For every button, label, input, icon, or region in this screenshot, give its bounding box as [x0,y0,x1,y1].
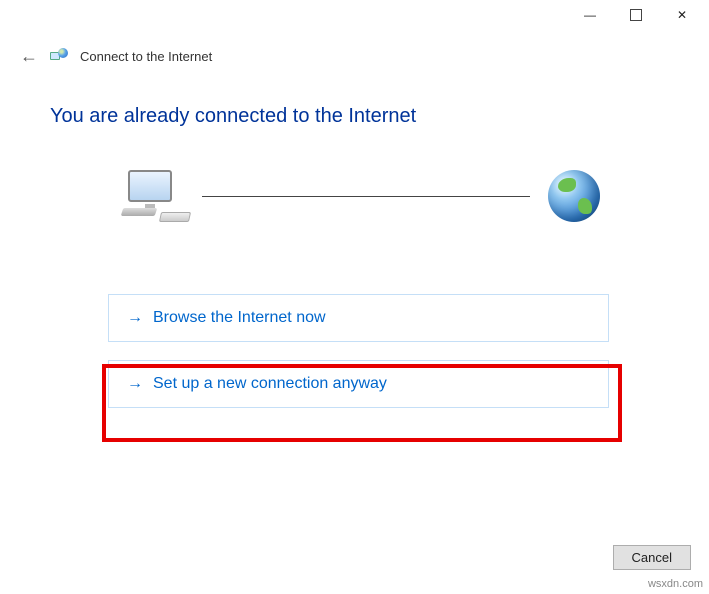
back-button[interactable]: ← [20,46,38,67]
watermark-text: wsxdn.com [648,578,703,590]
arrow-right-icon: → [127,309,143,327]
arrow-right-icon: → [127,375,143,393]
options-list: → Browse the Internet now → Set up a new… [50,294,669,408]
cancel-button[interactable]: Cancel [613,545,691,570]
wizard-header: ← Connect to the Internet [0,30,709,75]
computer-icon [120,168,184,224]
globe-icon [548,170,600,222]
network-wizard-icon [50,48,68,66]
option-new-connection[interactable]: → Set up a new connection anyway [108,360,609,408]
close-button[interactable]: ✕ [659,0,705,30]
window-titlebar: — ✕ [0,0,709,30]
option-label: Set up a new connection anyway [153,375,387,393]
wizard-title: Connect to the Internet [80,49,212,64]
option-label: Browse the Internet now [153,309,326,327]
option-browse-internet[interactable]: → Browse the Internet now [108,294,609,342]
maximize-button[interactable] [613,0,659,30]
minimize-button[interactable]: — [567,0,613,30]
wizard-content: You are already connected to the Interne… [0,75,709,408]
connection-diagram [120,168,600,224]
connection-line [202,196,530,197]
page-heading: You are already connected to the Interne… [50,105,669,128]
